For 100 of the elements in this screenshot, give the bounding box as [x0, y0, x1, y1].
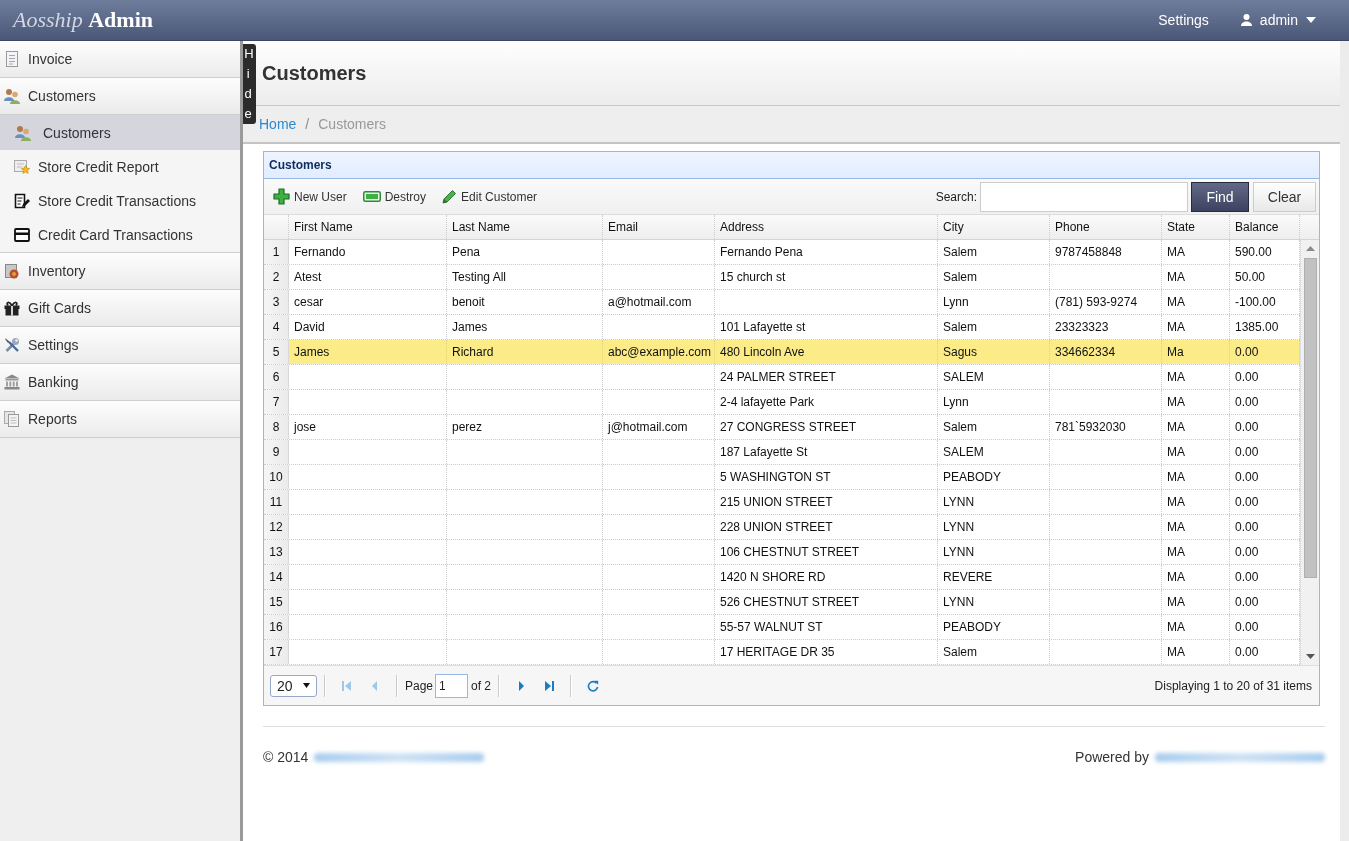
table-row[interactable]: 10 5 WASHINGTON ST PEABODY MA 0.00: [264, 465, 1300, 490]
table-cell: 24 PALMER STREET: [715, 365, 938, 389]
table-row[interactable]: 12 228 UNION STREET LYNN MA 0.00: [264, 515, 1300, 540]
table-row[interactable]: 11 215 UNION STREET LYNN MA 0.00: [264, 490, 1300, 515]
scrollbar[interactable]: [1300, 240, 1319, 665]
search-label: Search:: [935, 189, 977, 204]
table-cell: Ma: [1162, 340, 1230, 364]
row-number: 2: [264, 265, 289, 289]
column-header[interactable]: Phone: [1050, 215, 1162, 239]
toolbar-button[interactable]: Edit Customer: [441, 187, 539, 206]
sidebar-item[interactable]: Gift Cards: [0, 290, 240, 327]
page-size-select[interactable]: 20: [270, 674, 317, 697]
table-cell: SALEM: [938, 440, 1050, 464]
column-header[interactable]: State: [1162, 215, 1230, 239]
table-row[interactable]: 7 2-4 lafayette Park Lynn MA 0.00: [264, 390, 1300, 415]
table-cell: 526 CHESTNUT STREET: [715, 590, 938, 614]
table-cell: Fernando: [289, 240, 447, 264]
row-number: 7: [264, 390, 289, 414]
caret-icon: [303, 683, 310, 688]
row-number: 8: [264, 415, 289, 439]
table-cell: 27 CONGRESS STREET: [715, 415, 938, 439]
search-field[interactable]: [980, 181, 1188, 212]
brand-logo: Aosship Admin: [13, 7, 153, 33]
table-cell: Salem: [938, 265, 1050, 289]
column-header[interactable]: City: [938, 215, 1050, 239]
minus-icon: [362, 191, 381, 202]
sidebar-item[interactable]: Reports: [0, 401, 240, 438]
blurred-link[interactable]: [1155, 752, 1325, 762]
clear-button[interactable]: Clear: [1253, 181, 1316, 212]
sidebar-item[interactable]: Settings: [0, 327, 240, 364]
table-cell: 9787458848: [1050, 240, 1162, 264]
table-row[interactable]: 8 jose perez j@hotmail.com 27 CONGRESS STREET Salem 781`5932030 MA 0.00: [264, 415, 1300, 440]
plus-icon: [273, 188, 290, 205]
sidebar-subitem[interactable]: Credit Card Transactions: [0, 218, 240, 252]
table-cell: 480 Lincoln Ave: [715, 340, 938, 364]
table-row[interactable]: 2 Atest Testing All 15 church st Salem MA 50.00: [264, 265, 1300, 290]
table-cell: PEABODY: [938, 615, 1050, 639]
toolbar-button[interactable]: New User: [272, 186, 348, 207]
table-cell: Lynn: [938, 290, 1050, 314]
table-cell: Fernando Pena: [715, 240, 938, 264]
credit-card-icon: [14, 227, 30, 243]
table-row[interactable]: 6 24 PALMER STREET SALEM MA 0.00: [264, 365, 1300, 390]
column-header[interactable]: First Name: [289, 215, 447, 239]
table-cell: cesar: [289, 290, 447, 314]
table-cell: 2-4 lafayette Park: [715, 390, 938, 414]
table-row[interactable]: 5 James Richard abc@example.com 480 Lincoln Ave Sagus 334662334 Ma 0.00: [264, 340, 1300, 365]
people-icon: [15, 124, 31, 141]
table-cell: j@hotmail.com: [603, 415, 715, 439]
table-cell: 5 WASHINGTON ST: [715, 465, 938, 489]
table-row[interactable]: 13 106 CHESTNUT STREET LYNN MA 0.00: [264, 540, 1300, 565]
search-button[interactable]: Find: [1191, 181, 1249, 212]
table-cell: MA: [1162, 265, 1230, 289]
blurred-link[interactable]: [314, 752, 485, 762]
table-cell: 187 Lafayette St: [715, 440, 938, 464]
table-cell: 1420 N SHORE RD: [715, 565, 938, 589]
sidebar-subitem[interactable]: Customers: [0, 115, 240, 150]
sidebar-item[interactable]: Banking: [0, 364, 240, 401]
column-header[interactable]: Email: [603, 215, 715, 239]
gift-icon: [4, 300, 20, 316]
sidebar-item[interactable]: Invoice: [0, 41, 240, 78]
box-icon: [4, 263, 20, 279]
powered-by-text: Powered by: [1075, 749, 1149, 765]
table-cell: MA: [1162, 590, 1230, 614]
table-row[interactable]: 1 Fernando Pena Fernando Pena Salem 9787458848 MA 590.00: [264, 240, 1300, 265]
table-cell: MA: [1162, 565, 1230, 589]
page-number-field[interactable]: 1: [435, 673, 469, 698]
table-row[interactable]: 15 526 CHESTNUT STREET LYNN MA 0.00: [264, 590, 1300, 615]
table-row[interactable]: 9 187 Lafayette St SALEM MA 0.00: [264, 440, 1300, 465]
column-header[interactable]: Last Name: [447, 215, 603, 239]
toolbar-button[interactable]: Destroy: [361, 187, 428, 206]
row-number: 12: [264, 515, 289, 539]
hide-tab[interactable]: Hide: [243, 44, 256, 124]
row-number: 4: [264, 315, 289, 339]
panel-title: Customers: [264, 152, 1319, 179]
table-cell: MA: [1162, 465, 1230, 489]
table-row[interactable]: 16 55-57 WALNUT ST PEABODY MA 0.00: [264, 615, 1300, 640]
table-cell: perez: [447, 415, 603, 439]
table-row[interactable]: 3 cesar benoit a@hotmail.com Lynn (781) 593-9274 MA -100.00: [264, 290, 1300, 315]
user-menu[interactable]: admin: [1240, 8, 1316, 32]
row-number: 1: [264, 240, 289, 264]
table-cell: James: [289, 340, 447, 364]
column-header[interactable]: Address: [715, 215, 938, 239]
table-cell: MA: [1162, 440, 1230, 464]
table-cell: MA: [1162, 315, 1230, 339]
breadcrumb-separator: /: [304, 116, 311, 132]
sidebar-item[interactable]: Customers: [0, 78, 240, 115]
star-document-icon: [14, 159, 30, 175]
table-cell: Testing All: [447, 265, 603, 289]
settings-link[interactable]: Settings: [1158, 8, 1209, 32]
column-header[interactable]: Balance: [1230, 215, 1300, 239]
table-cell: MA: [1162, 415, 1230, 439]
sidebar-item[interactable]: Inventory: [0, 253, 240, 290]
table-cell: 55-57 WALNUT ST: [715, 615, 938, 639]
table-cell: MA: [1162, 640, 1230, 664]
table-row[interactable]: 14 1420 N SHORE RD REVERE MA 0.00: [264, 565, 1300, 590]
sidebar-subitem[interactable]: Store Credit Transactions: [0, 184, 240, 218]
row-number: 11: [264, 490, 289, 514]
sidebar-subitem[interactable]: Store Credit Report: [0, 150, 240, 184]
table-cell: MA: [1162, 540, 1230, 564]
scrollbar-thumb[interactable]: [1303, 258, 1317, 578]
